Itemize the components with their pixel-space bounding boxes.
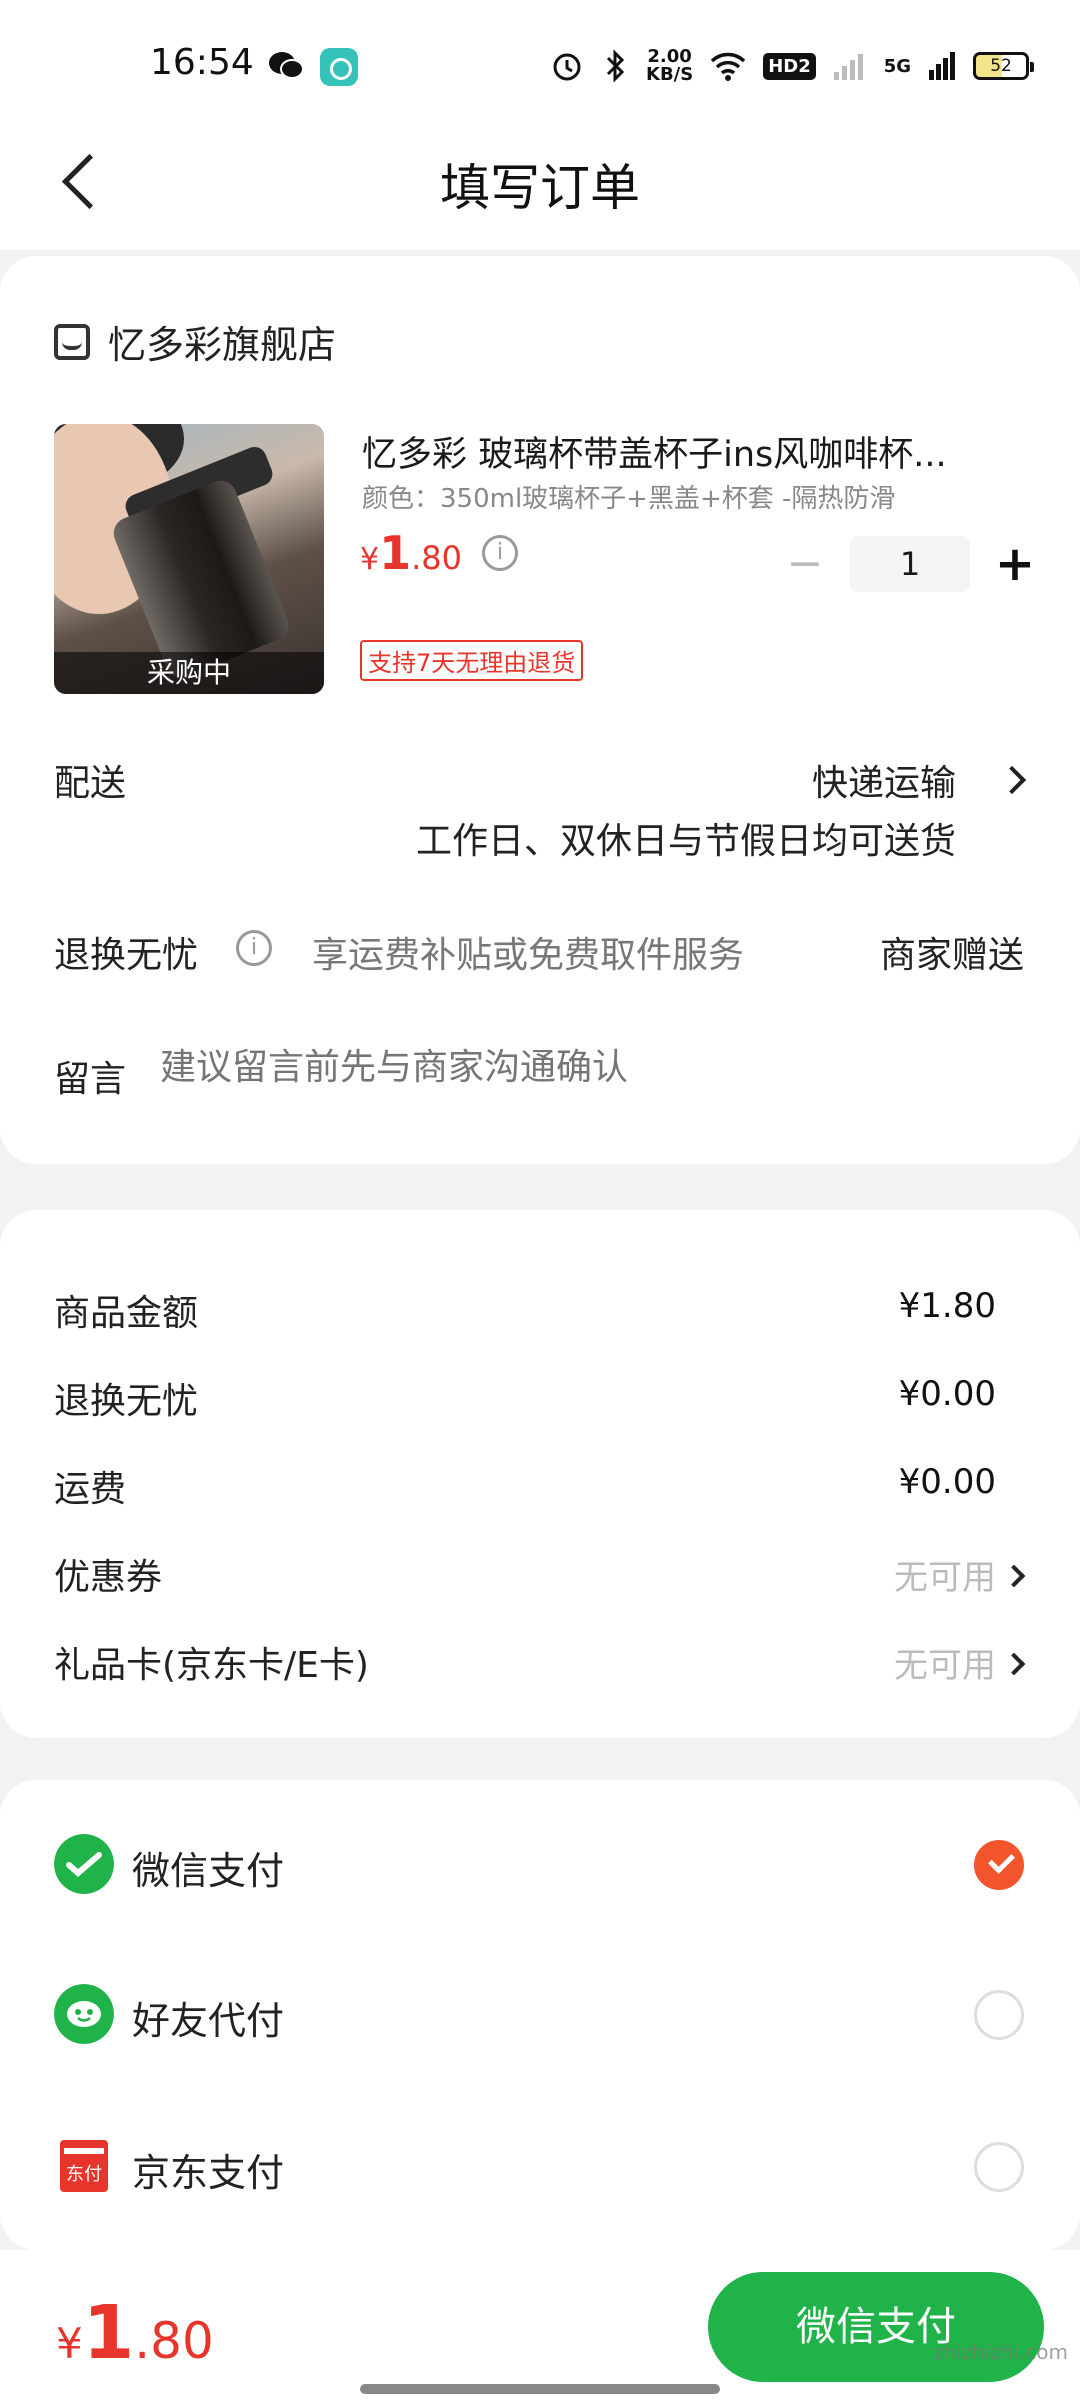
wechat-icon [269,52,304,79]
return-fee-label: 退换无忧 [54,1381,199,1422]
goods-amount-label: 商品金额 [54,1293,199,1334]
giftcard-value[interactable]: 无可用 [894,1638,996,1687]
giftcard-chevron-icon[interactable] [1002,1652,1026,1676]
friend-pay-icon [54,1984,114,2044]
product-title[interactable]: 忆多彩 玻璃杯带盖杯子ins风咖啡杯... [362,426,1002,477]
order-card: 忆多彩旗舰店 采购中 忆多彩 玻璃杯带盖杯子ins风咖啡杯... 颜色：350m… [0,256,1080,1164]
return-service-value: 商家赠送 [879,935,1024,976]
buying-tag: 采购中 [54,652,324,694]
store-icon [54,323,90,360]
return-service-label: 退换无忧 [54,935,199,976]
pay-option-friend[interactable]: 好友代付 [0,1954,1080,2074]
delivery-note: 工作日、双休日与节假日均可送货 [415,821,956,862]
wifi-icon [711,52,746,81]
order-total: ¥ 1 .80 [56,2290,214,2376]
return-policy-tag: 支持7天无理由退货 [360,640,584,681]
pay-option-label: 微信支付 [132,1849,285,1893]
delivery-method[interactable]: 快递运输 [812,754,956,806]
product-image[interactable]: 采购中 [54,424,324,694]
delivery-label: 配送 [54,763,127,804]
price-info-icon[interactable]: i [482,535,518,571]
status-icons: 2.00 KB/S HD2 5G 52 [550,44,1035,88]
store-row[interactable]: 忆多彩旗舰店 [54,314,336,369]
return-fee-value: ¥0.00 [898,1374,996,1414]
message-label: 留言 [54,1059,127,1100]
price-symbol: ¥ [360,542,380,577]
coupon-chevron-icon[interactable] [1002,1564,1026,1588]
net-type: 5G [883,55,912,77]
shipping-value: ¥0.00 [898,1462,996,1502]
pay-radio[interactable] [974,1990,1024,2040]
pay-radio[interactable] [974,2142,1024,2192]
hd-badge: HD2 [763,52,816,80]
status-bar: 16:54 2.00 KB/S HD2 5G 52 [0,0,1080,120]
price-integer: 1 [379,526,412,580]
pay-radio-selected[interactable] [974,1840,1024,1890]
wechat-pay-icon [54,1834,114,1894]
pay-option-label: 好友代付 [132,1999,285,2043]
battery-icon: 52 [973,52,1035,80]
pay-option-wechat[interactable]: 微信支付 [0,1804,1080,1924]
return-service-desc: 享运费补贴或免费取件服务 [312,935,745,976]
submit-pay-button[interactable]: 微信支付 [708,2272,1044,2382]
total-integer: 1 [82,2290,135,2376]
page-title: 填写订单 [440,159,640,217]
giftcard-label: 礼品卡(京东卡/E卡) [54,1645,369,1686]
app-icon [320,48,358,86]
price-decimal: .80 [411,539,462,577]
signal-5g-icon [929,52,956,80]
jd-pay-icon: 东付 [60,2140,108,2192]
payment-card: 微信支付 好友代付 东付 京东支付 [0,1780,1080,2250]
delivery-chevron-icon[interactable] [997,765,1027,795]
total-symbol: ¥ [56,2319,83,2368]
pay-option-label: 京东支付 [132,2151,285,2195]
bottom-bar: ¥ 1 .80 微信支付 [0,2250,1080,2400]
goods-amount-value: ¥1.80 [898,1286,996,1326]
coupon-value[interactable]: 无可用 [894,1550,996,1599]
signal-icon [833,54,863,80]
svg-text:东付: 东付 [66,2164,102,2185]
status-time: 16:54 [150,42,254,83]
watermark: zhizhizhi.com [932,2340,1068,2364]
quantity-minus-button[interactable]: − [780,539,830,589]
quantity-stepper: − 1 + [780,536,1040,592]
product-spec[interactable]: 颜色：350ml玻璃杯子+黑盖+杯套 -隔热防滑 [362,478,895,515]
shipping-label: 运费 [54,1469,127,1510]
alarm-icon [553,53,581,81]
bluetooth-icon [606,49,625,83]
total-decimal: .80 [134,2312,214,2370]
amount-card: 商品金额 ¥1.80 退换无忧 ¥0.00 运费 ¥0.00 优惠券 无可用 礼… [0,1210,1080,1738]
quantity-plus-button[interactable]: + [990,539,1040,589]
pay-option-jd[interactable]: 东付 京东支付 [0,2106,1080,2226]
product-price: ¥ 1 .80 i [360,526,518,580]
coupon-label: 优惠券 [54,1557,163,1598]
net-speed: 2.00 KB/S [646,46,694,85]
home-indicator[interactable] [360,2384,720,2394]
nav-bar: 填写订单 [0,120,1080,250]
store-name: 忆多彩旗舰店 [108,323,337,367]
return-service-info-icon[interactable]: i [236,930,272,966]
message-input[interactable] [160,1046,940,1088]
quantity-value[interactable]: 1 [850,536,970,592]
